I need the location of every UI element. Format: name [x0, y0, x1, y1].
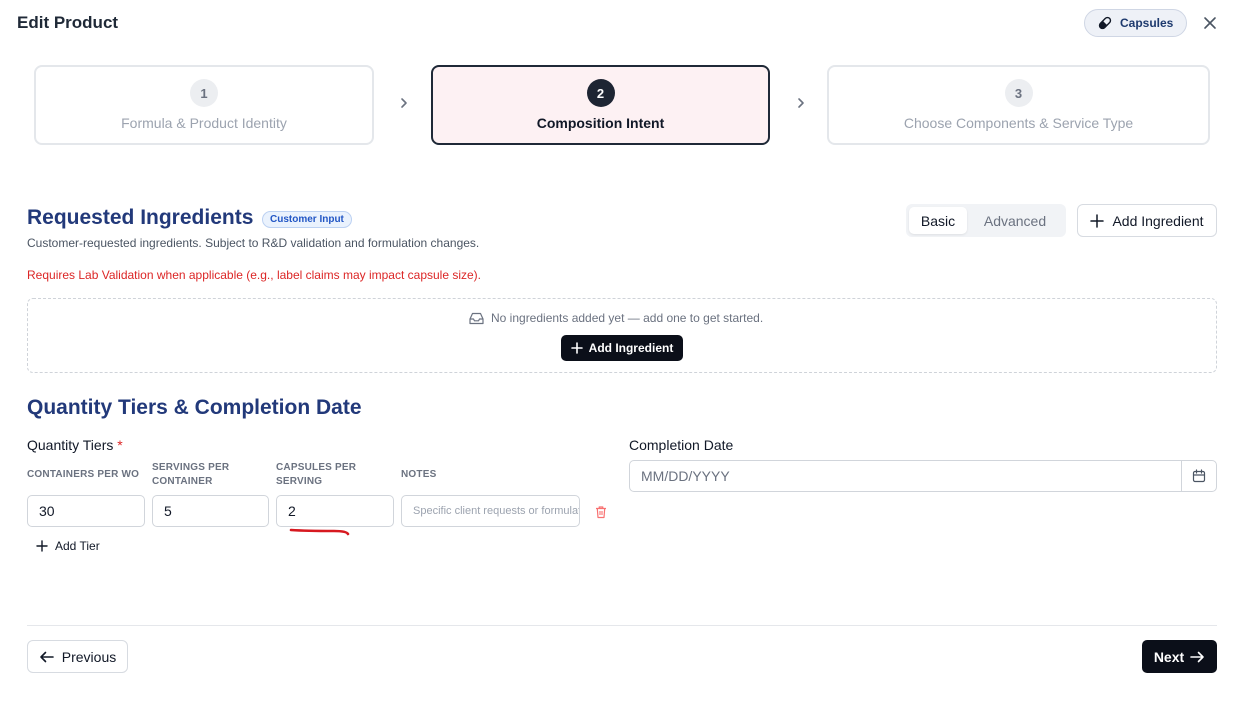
customer-input-badge: Customer Input: [262, 211, 352, 228]
step-number: 2: [586, 79, 615, 107]
calendar-icon: [1192, 469, 1206, 483]
add-ingredient-button[interactable]: Add Ingredient: [1077, 204, 1217, 237]
step-choose-components-service-type[interactable]: 3 Choose Components & Service Type: [827, 65, 1210, 145]
previous-button[interactable]: Previous: [27, 640, 128, 673]
containers-per-wo-input[interactable]: 30: [27, 495, 145, 527]
product-type-label: Capsules: [1120, 16, 1174, 30]
mode-toggle: Basic Advanced: [906, 204, 1066, 237]
next-label: Next: [1153, 648, 1185, 665]
empty-state-text: No ingredients added yet — add one to ge…: [491, 311, 764, 325]
arrow-right-icon: [1190, 651, 1204, 662]
step-label: Choose Components & Service Type: [903, 115, 1134, 131]
capsule-icon: [1098, 16, 1112, 30]
lab-validation-warning: Requires Lab Validation when applicable …: [27, 268, 482, 282]
next-button[interactable]: Next: [1142, 640, 1217, 673]
add-tier-button[interactable]: Add Tier: [36, 539, 100, 553]
empty-state-message: No ingredients added yet — add one to ge…: [469, 311, 763, 325]
close-icon: [1204, 17, 1216, 29]
mode-basic-button[interactable]: Basic: [909, 207, 967, 234]
quantity-tiers-label: Quantity Tiers *: [27, 437, 123, 453]
close-button[interactable]: [1200, 13, 1220, 33]
date-picker-button[interactable]: [1181, 461, 1216, 491]
col-notes: NOTES: [401, 469, 437, 480]
trash-icon[interactable]: [594, 505, 608, 519]
previous-label: Previous: [61, 648, 117, 665]
col-servings-per-container: SERVINGS PER CONTAINER: [152, 462, 230, 487]
servings-per-container-input[interactable]: 5: [152, 495, 269, 527]
step-label: Composition Intent: [536, 115, 665, 131]
step-number: 3: [1004, 79, 1033, 107]
edit-product-modal: Edit Product Capsules 1 Formula & Produc…: [0, 0, 1245, 716]
arrow-left-icon: [39, 651, 54, 662]
completion-date-input[interactable]: MM/DD/YYYY: [630, 461, 1181, 491]
plus-icon: [1090, 213, 1105, 228]
col-capsules-per-serving: CAPSULES PER SERVING: [276, 462, 357, 487]
completion-date-field: MM/DD/YYYY: [629, 460, 1217, 492]
quantity-tiers-title: Quantity Tiers & Completion Date: [27, 396, 362, 419]
empty-add-ingredient-label: Add Ingredient: [588, 341, 674, 355]
step-composition-intent[interactable]: 2 Composition Intent: [431, 65, 770, 145]
required-mark: *: [117, 437, 123, 453]
capsules-per-serving-input[interactable]: 2: [276, 495, 394, 527]
add-tier-label: Add Tier: [55, 539, 100, 553]
red-underline-annotation: [289, 528, 350, 536]
footer-divider: [27, 625, 1217, 626]
ingredients-subtitle: Customer-requested ingredients. Subject …: [27, 236, 480, 250]
plus-icon: [570, 342, 583, 354]
chevron-right-icon: [795, 95, 807, 111]
col-containers-per-wo: CONTAINERS PER WO: [27, 469, 140, 480]
completion-date-label: Completion Date: [629, 437, 734, 453]
add-ingredient-label: Add Ingredient: [1112, 212, 1204, 229]
plus-icon: [36, 540, 48, 552]
mode-advanced-button[interactable]: Advanced: [967, 207, 1063, 234]
product-type-chip: Capsules: [1084, 9, 1188, 37]
step-label: Formula & Product Identity: [121, 115, 287, 131]
modal-title: Edit Product: [17, 13, 119, 32]
step-number: 1: [190, 79, 218, 107]
chevron-right-icon: [398, 95, 410, 111]
step-formula-product-identity[interactable]: 1 Formula & Product Identity: [34, 65, 374, 145]
requested-ingredients-title: Requested Ingredients: [27, 206, 254, 229]
notes-input[interactable]: Specific client requests or formulation …: [401, 495, 580, 527]
empty-add-ingredient-button[interactable]: Add Ingredient: [561, 335, 683, 361]
inbox-icon: [469, 312, 484, 324]
quantity-tiers-label-text: Quantity Tiers: [27, 437, 114, 453]
